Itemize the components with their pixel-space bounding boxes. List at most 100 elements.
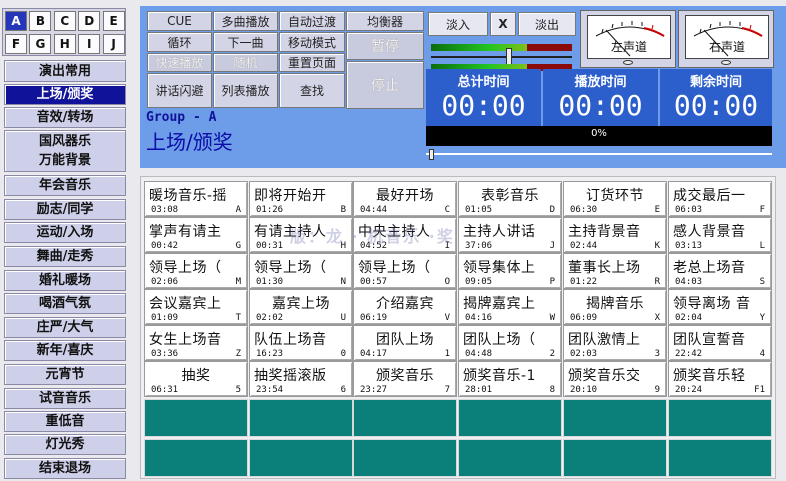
list-play-button[interactable]: 列表播放 [213,73,278,108]
track-button[interactable]: 中央主持人 04:52 I [353,217,457,253]
category-label: 灯光秀 [45,437,85,452]
track-button[interactable]: 领导上场（ 01:30 N [249,253,353,289]
empty-track-slot[interactable] [249,439,353,477]
pause-button[interactable]: 暂停 [346,32,424,60]
category-button-16[interactable]: 结束退场 [4,458,126,479]
track-button[interactable]: 领导上场（ 00:57 O [353,253,457,289]
track-button[interactable]: 暖场音乐-摇 03:08 A [144,181,248,217]
fade-in-button[interactable]: 淡入 [428,12,488,36]
track-button[interactable]: 颁奖音乐交 20:10 9 [563,361,667,397]
empty-track-slot[interactable] [458,399,562,437]
fade-out-button[interactable]: 淡出 [518,12,576,36]
letter-button-c[interactable]: C [53,11,76,31]
vu-left-label: 左声道 [610,40,647,54]
auto-fade-button[interactable]: 自动过渡 [279,11,345,31]
category-button-12[interactable]: 元宵节 [4,364,126,385]
letter-button-j[interactable]: J [102,34,125,54]
track-button[interactable]: 颁奖音乐轻 20:24 F1 [668,361,772,397]
category-button-15[interactable]: 灯光秀 [4,434,126,455]
empty-track-slot[interactable] [353,439,457,477]
track-button[interactable]: 领导上场（ 02:06 M [144,253,248,289]
empty-track-slot[interactable] [353,399,457,437]
track-button[interactable]: 团队激情上 02:03 3 [563,325,667,361]
category-button-9[interactable]: 喝酒气氛 [4,293,126,314]
letter-button-e[interactable]: E [102,11,125,31]
empty-track-slot[interactable] [249,399,353,437]
speech-dodge-button[interactable]: 讲话闪避 [147,73,212,108]
track-button[interactable]: 团队上场（ 04:48 2 [458,325,562,361]
track-button[interactable]: 团队上场 04:17 1 [353,325,457,361]
letter-button-a[interactable]: A [5,11,27,31]
multi-play-button[interactable]: 多曲播放 [213,11,278,31]
random-button[interactable]: 随机 [213,53,278,72]
letter-button-d[interactable]: D [78,11,101,31]
empty-track-slot[interactable] [563,439,667,477]
track-button[interactable]: 成交最后一 06:03 F [668,181,772,217]
category-button-13[interactable]: 试音音乐 [4,388,126,409]
cue-button[interactable]: CUE [147,11,212,31]
track-button[interactable]: 表彰音乐 01:05 D [458,181,562,217]
empty-track-slot[interactable] [144,399,248,437]
letter-button-i[interactable]: I [78,34,101,54]
track-button[interactable]: 主持人讲话 37:06 J [458,217,562,253]
equalizer-button[interactable]: 均衡器 [346,11,424,31]
track-button[interactable]: 抽奖 06:31 5 [144,361,248,397]
category-button-14[interactable]: 重低音 [4,411,126,432]
category-button-1[interactable]: 上场/颁奖 [4,84,126,105]
loop-button[interactable]: 循环 [147,32,212,52]
empty-track-slot[interactable] [458,439,562,477]
category-button-10[interactable]: 庄严/大气 [4,317,126,338]
track-button[interactable]: 有请主持人 00:31 H [249,217,353,253]
track-button[interactable]: 感人背景音 03:13 L [668,217,772,253]
track-button[interactable]: 颁奖音乐-1 28:01 8 [458,361,562,397]
empty-track-slot[interactable] [144,439,248,477]
track-button[interactable]: 团队宣誓音 22:42 4 [668,325,772,361]
category-button-5[interactable]: 励志/同学 [4,199,126,220]
track-button[interactable]: 董事长上场 01:22 R [563,253,667,289]
empty-track-slot[interactable] [668,399,772,437]
stop-button[interactable]: 停止 [346,61,424,109]
track-button[interactable]: 颁奖音乐 23:27 7 [353,361,457,397]
track-button[interactable]: 队伍上场音 16:23 0 [249,325,353,361]
letter-button-f[interactable]: F [5,34,27,54]
volume-slider-track[interactable] [431,56,572,58]
move-mode-button[interactable]: 移动模式 [279,32,345,52]
search-button[interactable]: 查找 [279,73,345,108]
track-button[interactable]: 即将开始开 01:26 B [249,181,353,217]
next-track-button[interactable]: 下一曲 [213,32,278,52]
track-button[interactable]: 介绍嘉宾 06:19 V [353,289,457,325]
track-button[interactable]: 揭牌音乐 06:09 X [563,289,667,325]
position-slider[interactable] [426,149,772,160]
empty-track-slot[interactable] [563,399,667,437]
category-button-2[interactable]: 音效/转场 [4,107,126,128]
category-button-6[interactable]: 运动/入场 [4,222,126,243]
track-button[interactable]: 最好开场 04:44 C [353,181,457,217]
track-button[interactable]: 掌声有请主 00:42 G [144,217,248,253]
track-button[interactable]: 订货环节 06:30 E [563,181,667,217]
track-button[interactable]: 主持背景音 02:44 K [563,217,667,253]
track-button[interactable]: 老总上场音 04:03 S [668,253,772,289]
empty-track-slot[interactable] [668,439,772,477]
category-button-7[interactable]: 舞曲/走秀 [4,246,126,267]
position-slider-track[interactable] [426,153,772,155]
track-button[interactable]: 揭牌嘉宾上 04:16 W [458,289,562,325]
category-label: 重低音 [45,414,85,429]
category-button-0[interactable]: 演出常用 [4,60,126,82]
fade-x-button[interactable]: X [490,12,516,36]
quick-play-button[interactable]: 快速播放 [147,53,212,72]
letter-button-b[interactable]: B [29,11,52,31]
category-button-3[interactable]: 国风器乐 万能背景 [4,130,126,172]
category-button-4[interactable]: 年会音乐 [4,175,126,196]
track-button[interactable]: 嘉宾上场 02:02 U [249,289,353,325]
letter-button-g[interactable]: G [29,34,52,54]
track-button[interactable]: 抽奖摇滚版 23:54 6 [249,361,353,397]
track-button[interactable]: 领导离场 音 02:04 Y [668,289,772,325]
track-button[interactable]: 女生上场音 03:36 Z [144,325,248,361]
category-button-11[interactable]: 新年/喜庆 [4,340,126,361]
track-button[interactable]: 领导集体上 09:05 P [458,253,562,289]
reset-page-button[interactable]: 重置页面 [279,53,345,72]
category-button-8[interactable]: 婚礼暖场 [4,270,126,291]
track-button[interactable]: 会议嘉宾上 01:09 T [144,289,248,325]
position-slider-thumb[interactable] [429,149,434,160]
letter-button-h[interactable]: H [53,34,76,54]
